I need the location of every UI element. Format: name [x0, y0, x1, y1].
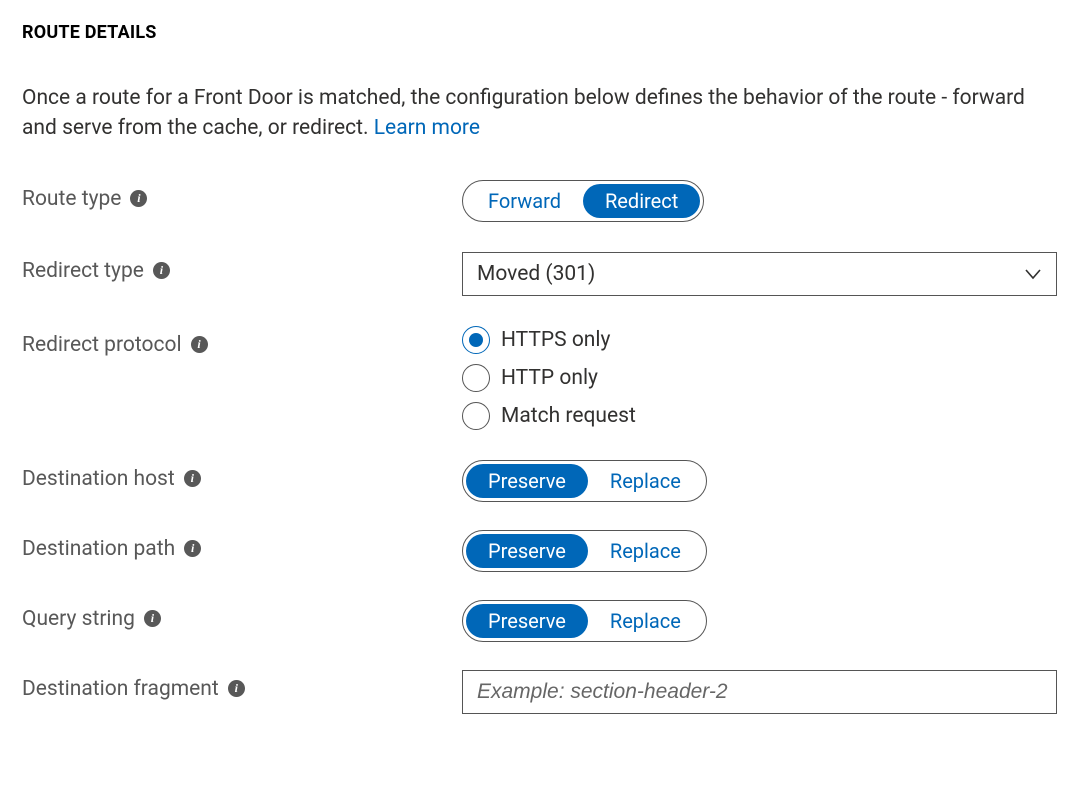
destination-path-label: Destination path i [22, 530, 462, 561]
redirect-protocol-label-text: Redirect protocol [22, 333, 182, 357]
destination-path-toggle: Preserve Replace [462, 530, 707, 572]
redirect-protocol-http[interactable]: HTTP only [462, 364, 1057, 392]
redirect-type-label-text: Redirect type [22, 259, 144, 283]
query-string-label-text: Query string [22, 607, 135, 631]
destination-host-label-text: Destination host [22, 467, 175, 491]
redirect-protocol-match[interactable]: Match request [462, 402, 1057, 430]
route-type-redirect[interactable]: Redirect [583, 184, 700, 218]
route-type-label-text: Route type [22, 187, 121, 211]
destination-host-toggle: Preserve Replace [462, 460, 707, 502]
destination-host-label: Destination host i [22, 460, 462, 491]
redirect-type-value: Moved (301) [462, 252, 1057, 296]
radio-label: Match request [501, 404, 636, 428]
section-description: Once a route for a Front Door is matched… [22, 83, 1052, 144]
route-type-forward[interactable]: Forward [466, 184, 583, 218]
radio-label: HTTP only [501, 366, 598, 390]
destination-fragment-label-text: Destination fragment [22, 677, 219, 701]
section-title: ROUTE DETAILS [22, 22, 1061, 43]
info-icon[interactable]: i [184, 540, 201, 557]
radio-icon [462, 326, 490, 354]
redirect-type-select[interactable]: Moved (301) [462, 252, 1057, 296]
info-icon[interactable]: i [144, 610, 161, 627]
query-string-label: Query string i [22, 600, 462, 631]
redirect-type-label: Redirect type i [22, 252, 462, 283]
destination-path-preserve[interactable]: Preserve [466, 534, 588, 568]
info-icon[interactable]: i [130, 190, 147, 207]
destination-host-preserve[interactable]: Preserve [466, 464, 588, 498]
query-string-toggle: Preserve Replace [462, 600, 707, 642]
destination-path-replace[interactable]: Replace [588, 534, 703, 568]
description-text: Once a route for a Front Door is matched… [22, 86, 1025, 140]
destination-fragment-input[interactable] [462, 670, 1057, 714]
destination-host-replace[interactable]: Replace [588, 464, 703, 498]
route-type-label: Route type i [22, 180, 462, 211]
redirect-protocol-label: Redirect protocol i [22, 326, 462, 357]
info-icon[interactable]: i [184, 470, 201, 487]
query-string-replace[interactable]: Replace [588, 604, 703, 638]
redirect-protocol-radio-group: HTTPS only HTTP only Match request [462, 326, 1057, 430]
redirect-protocol-https[interactable]: HTTPS only [462, 326, 1057, 354]
info-icon[interactable]: i [228, 680, 245, 697]
learn-more-link[interactable]: Learn more [374, 116, 480, 140]
destination-fragment-label: Destination fragment i [22, 670, 462, 701]
info-icon[interactable]: i [191, 336, 208, 353]
radio-icon [462, 402, 490, 430]
route-type-toggle: Forward Redirect [462, 180, 704, 222]
query-string-preserve[interactable]: Preserve [466, 604, 588, 638]
info-icon[interactable]: i [153, 262, 170, 279]
destination-path-label-text: Destination path [22, 537, 175, 561]
radio-icon [462, 364, 490, 392]
radio-label: HTTPS only [501, 328, 610, 352]
